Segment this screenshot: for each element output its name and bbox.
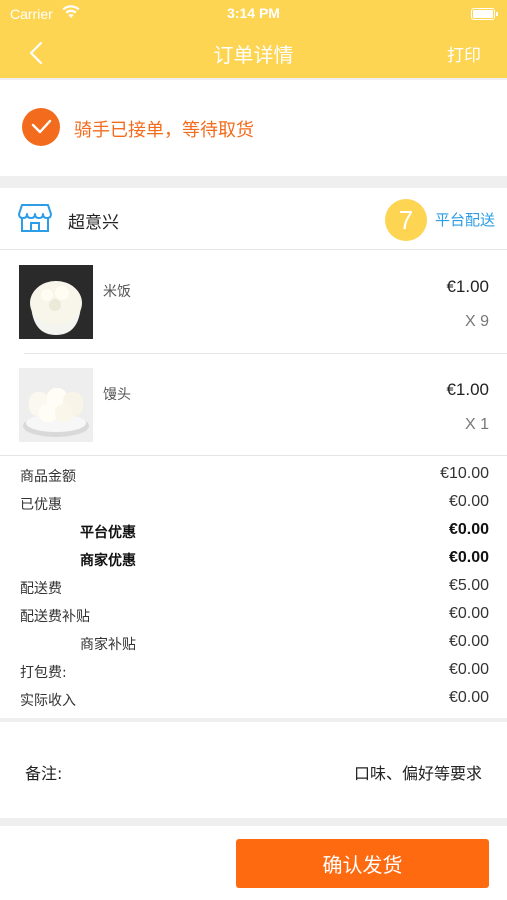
fee-value: €0.00	[448, 661, 489, 678]
steamed-bun-image	[19, 368, 93, 442]
remark-card[interactable]: 备注: 口味、偏好等要求	[0, 722, 507, 818]
battery-icon	[471, 8, 498, 20]
item-quantity: X 1	[464, 416, 489, 433]
fee-row-actual-income: 实际收入 €0.00	[0, 685, 507, 713]
shop-icon	[18, 204, 52, 232]
order-status-text: 骑手已接单，等待取货	[74, 120, 254, 141]
order-number-badge: 7	[385, 199, 427, 241]
order-details-card: 超意兴 7 平台配送 米饭 €1.00 X 9 馒头 €1.00 X 1 商品金…	[0, 188, 507, 718]
fee-row-goods-amount: 商品金额 €10.00	[0, 461, 507, 489]
fee-value: €5.00	[448, 577, 489, 594]
remark-value: 口味、偏好等要求	[353, 764, 482, 783]
shop-name: 超意兴	[68, 213, 119, 233]
item-price: €1.00	[446, 277, 489, 296]
item-name: 米饭	[103, 284, 131, 300]
fee-value: €10.00	[440, 465, 489, 482]
fee-label: 配送费	[20, 581, 62, 597]
divider	[0, 455, 507, 456]
fee-row-merchant-discount: 商家优惠 €0.00	[0, 545, 507, 573]
confirm-shipment-button[interactable]: 确认发货	[236, 839, 489, 888]
fee-row-delivery-fee: 配送费 €5.00	[0, 573, 507, 601]
fee-row-discounted: 已优惠 €0.00	[0, 489, 507, 517]
clock: 3:14 PM	[227, 5, 280, 21]
remark-label: 备注:	[25, 764, 63, 783]
rice-image	[19, 265, 93, 339]
item-price: €1.00	[446, 380, 489, 399]
fee-label: 已优惠	[20, 497, 62, 513]
fee-value: €0.00	[448, 689, 489, 706]
fee-row-platform-discount: 平台优惠 €0.00	[0, 517, 507, 545]
fee-value: €0.00	[448, 549, 489, 566]
delivery-type-label: 平台配送	[435, 211, 496, 229]
fee-row-delivery-subsidy: 配送费补贴 €0.00	[0, 601, 507, 629]
bottom-bar: 确认发货	[0, 826, 507, 900]
list-item: 馒头 €1.00 X 1	[0, 354, 507, 457]
fee-value: €0.00	[448, 493, 489, 510]
fee-label: 配送费补贴	[20, 609, 90, 625]
fee-label: 实际收入	[20, 693, 76, 709]
print-button[interactable]: 打印	[447, 41, 481, 66]
order-status-card: 骑手已接单，等待取货	[0, 80, 507, 176]
shop-header: 超意兴 7 平台配送	[0, 188, 507, 250]
page-title: 订单详情	[213, 43, 294, 67]
fee-label: 平台优惠	[80, 525, 136, 541]
fee-value: €0.00	[448, 605, 489, 622]
fee-label: 商品金额	[20, 469, 76, 485]
fee-label: 打包费:	[20, 665, 67, 681]
fee-value: €0.00	[448, 521, 489, 538]
nav-bar: 订单详情 打印	[0, 28, 507, 78]
item-name: 馒头	[103, 387, 131, 403]
item-quantity: X 9	[464, 313, 489, 330]
status-bar: Carrier 3:14 PM	[0, 0, 507, 28]
fee-label: 商家补贴	[80, 637, 136, 653]
fee-label: 商家优惠	[80, 553, 136, 569]
fee-row-merchant-subsidy: 商家补贴 €0.00	[0, 629, 507, 657]
fee-row-packing-fee: 打包费: €0.00	[0, 657, 507, 685]
check-circle-icon	[22, 108, 60, 146]
fee-value: €0.00	[448, 633, 489, 650]
list-item: 米饭 €1.00 X 9	[0, 251, 507, 354]
